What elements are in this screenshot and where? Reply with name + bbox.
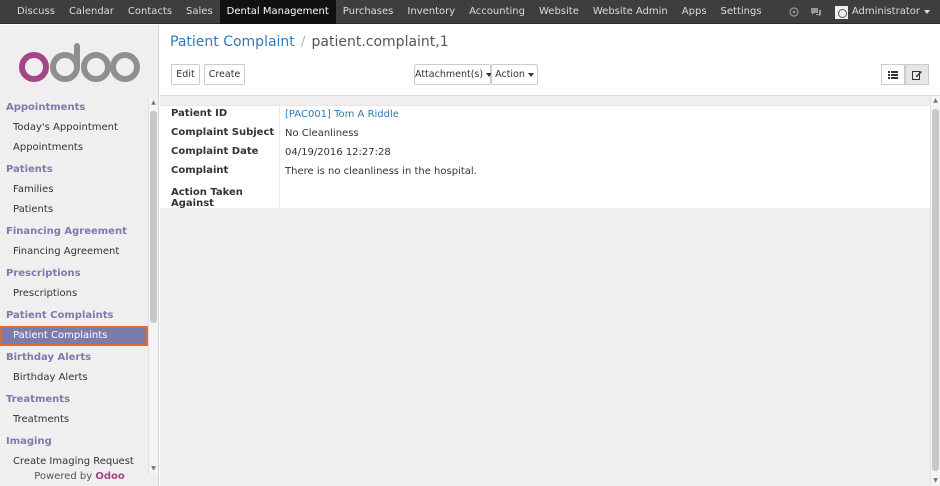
- scrollbar-thumb[interactable]: [932, 109, 939, 471]
- menu-item-website[interactable]: Website: [532, 0, 586, 24]
- form-sheet: Patient ID [PAC001] Tom A Riddle Complaint…: [160, 105, 930, 209]
- field-label-complaint: Complaint: [171, 165, 229, 176]
- menu-item-calendar[interactable]: Calendar: [62, 0, 121, 24]
- user-name: Administrator: [851, 6, 920, 17]
- powered-by: Powered by Odoo: [0, 471, 158, 482]
- sidebar-item-birthday-alerts[interactable]: Birthday Alerts: [0, 368, 148, 388]
- action-button[interactable]: Action: [491, 64, 538, 85]
- scroll-down-icon[interactable]: ▼: [931, 476, 940, 486]
- scroll-up-icon[interactable]: ▲: [931, 96, 940, 106]
- sidebar-section-financing-agreement: Financing Agreement: [6, 226, 127, 237]
- field-divider: [279, 106, 280, 209]
- list-view-icon: [888, 70, 898, 79]
- sidebar-section-appointments: Appointments: [6, 102, 86, 113]
- sidebar: Appointments Today's Appointment Appointme…: [0, 25, 159, 486]
- breadcrumb-current: patient.complaint,1: [311, 34, 449, 50]
- field-value-patient-id[interactable]: [PAC001] Tom A Riddle: [285, 109, 399, 120]
- field-label-complaint-date: Complaint Date: [171, 146, 259, 157]
- field-value-complaint: There is no cleanliness in the hospital.: [285, 166, 477, 177]
- attachments-label: Attachment(s): [415, 69, 484, 80]
- menu-item-sales[interactable]: Sales: [179, 0, 220, 24]
- control-panel: Patient Complaint / patient.complaint,1 Ed…: [160, 25, 940, 96]
- menu-item-inventory[interactable]: Inventory: [400, 0, 462, 24]
- edit-button[interactable]: Edit: [171, 64, 200, 85]
- user-menu[interactable]: Administrator: [827, 0, 940, 24]
- sidebar-nav: Appointments Today's Appointment Appointme…: [0, 98, 148, 472]
- field-value-complaint-date: 04/19/2016 12:27:28: [285, 147, 391, 158]
- main-content: Patient Complaint / patient.complaint,1 Ed…: [160, 25, 940, 486]
- menu-item-settings[interactable]: Settings: [714, 0, 769, 24]
- sidebar-section-treatments: Treatments: [6, 394, 71, 405]
- sidebar-item-patient-complaints[interactable]: Patient Complaints: [0, 326, 148, 346]
- scroll-up-icon[interactable]: ▲: [149, 98, 158, 108]
- sidebar-section-patient-complaints: Patient Complaints: [6, 310, 114, 321]
- sidebar-item-treatments[interactable]: Treatments: [0, 410, 148, 430]
- menu-item-contacts[interactable]: Contacts: [121, 0, 179, 24]
- sidebar-item-appointments[interactable]: Appointments: [0, 138, 148, 158]
- sidebar-item-families[interactable]: Families: [0, 180, 148, 200]
- sidebar-section-prescriptions: Prescriptions: [6, 268, 81, 279]
- field-label-patient-id: Patient ID: [171, 108, 228, 119]
- menu-item-discuss[interactable]: Discuss: [10, 0, 62, 24]
- attachments-button[interactable]: Attachment(s): [414, 64, 493, 85]
- sidebar-item-financing-agreement[interactable]: Financing Agreement: [0, 242, 148, 262]
- caret-down-icon: [527, 72, 534, 77]
- field-value-complaint-subject: No Cleanliness: [285, 128, 359, 139]
- powered-by-brand[interactable]: Odoo: [95, 471, 124, 482]
- chat-icon[interactable]: [805, 0, 827, 24]
- sidebar-section-patients: Patients: [6, 164, 53, 175]
- odoo-logo: [19, 43, 140, 82]
- chevron-down-icon: [924, 10, 930, 14]
- sidebar-item-patients[interactable]: Patients: [0, 200, 148, 220]
- sidebar-scrollbar[interactable]: ▲ ▼: [148, 98, 158, 474]
- breadcrumb-separator: /: [300, 34, 306, 50]
- breadcrumb: Patient Complaint / patient.complaint,1: [170, 34, 449, 50]
- menu-item-accounting[interactable]: Accounting: [462, 0, 532, 24]
- menu-item-purchases[interactable]: Purchases: [336, 0, 401, 24]
- menu-item-apps[interactable]: Apps: [675, 0, 714, 24]
- form-view-button[interactable]: [905, 64, 929, 85]
- bell-icon[interactable]: [783, 0, 805, 24]
- menu-item-website-admin[interactable]: Website Admin: [586, 0, 675, 24]
- field-label-action-taken-against: Action Taken Against: [171, 187, 243, 209]
- avatar: [834, 5, 848, 19]
- sidebar-item-create-imaging-request[interactable]: Create Imaging Request: [0, 452, 148, 472]
- sidebar-item-prescriptions[interactable]: Prescriptions: [0, 284, 148, 304]
- breadcrumb-parent[interactable]: Patient Complaint: [170, 34, 295, 50]
- app-menu: Discuss Calendar Contacts Sales Dental Manag…: [10, 0, 769, 24]
- top-navbar: Discuss Calendar Contacts Sales Dental Manag…: [0, 0, 940, 24]
- action-label: Action: [495, 69, 525, 80]
- sidebar-item-today-s-appointment[interactable]: Today's Appointment: [0, 118, 148, 138]
- create-button[interactable]: Create: [204, 64, 245, 85]
- field-label-complaint-subject: Complaint Subject: [171, 127, 275, 138]
- sidebar-section-imaging: Imaging: [6, 436, 52, 447]
- sidebar-section-birthday-alerts: Birthday Alerts: [6, 352, 92, 363]
- list-view-button[interactable]: [881, 64, 905, 85]
- scrollbar-thumb[interactable]: [150, 111, 157, 323]
- powered-by-label: Powered by: [34, 471, 93, 482]
- form-view-icon: [912, 70, 922, 80]
- menu-item-dental-management[interactable]: Dental Management: [219, 0, 336, 24]
- main-scrollbar[interactable]: ▲ ▼: [930, 96, 940, 486]
- systray: Administrator: [783, 0, 940, 24]
